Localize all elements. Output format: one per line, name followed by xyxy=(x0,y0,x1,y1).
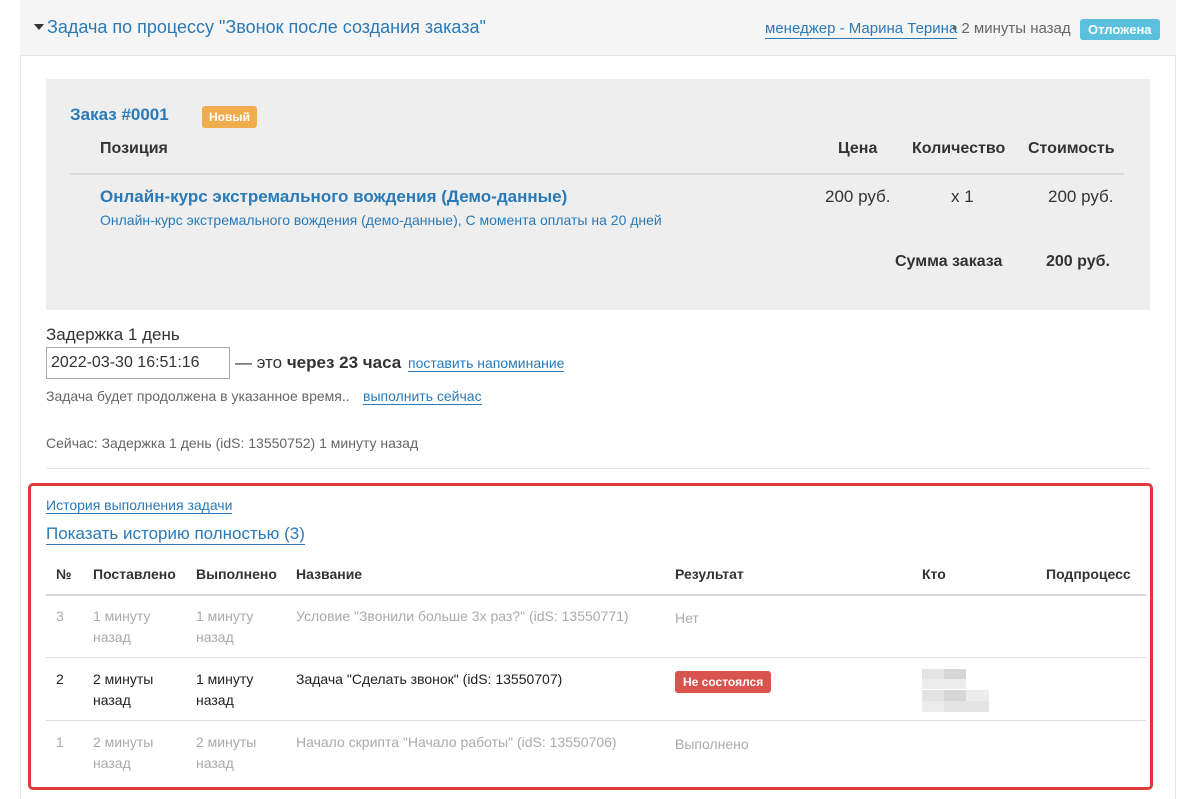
divider xyxy=(46,468,1150,469)
history-link[interactable]: История выполнения задачи xyxy=(46,497,233,514)
history-row-done: 2 минуты назад xyxy=(196,732,256,774)
set-reminder-link[interactable]: поставить напоминание xyxy=(408,355,565,372)
task-time-ago: • 2 минуты назад xyxy=(952,20,1071,37)
history-row-result: Нет xyxy=(675,610,699,626)
history-row-name: Условие "Звонили больше 3х раз?" (idS: 1… xyxy=(296,608,629,624)
history-row-placed: 2 минуты назад xyxy=(93,669,153,711)
column-quantity: Количество xyxy=(912,140,1006,157)
history-row-done-line2: назад xyxy=(196,629,234,645)
history-column-done: Выполнено xyxy=(196,566,277,582)
history-row-done-line2: назад xyxy=(196,755,234,771)
order-total-value: 200 руб. xyxy=(1046,253,1110,270)
history-row-placed-line1: 1 минуту xyxy=(93,608,151,624)
history-row-done-line2: назад xyxy=(196,692,234,708)
order-status-badge: Новый xyxy=(202,106,257,128)
column-position: Позиция xyxy=(100,140,168,157)
delay-relative-prefix: — это xyxy=(235,353,283,372)
divider xyxy=(46,657,1146,658)
divider xyxy=(46,594,1146,596)
history-column-name: Название xyxy=(296,566,363,582)
delay-datetime-input[interactable] xyxy=(46,347,230,379)
delay-relative-text: — это через 23 часа xyxy=(235,353,401,373)
history-row-placed-line1: 2 минуты xyxy=(93,734,154,750)
history-row-num: 2 xyxy=(56,671,64,687)
history-column-result: Результат xyxy=(675,566,744,582)
divider xyxy=(70,173,1124,175)
history-row-done: 1 минуту назад xyxy=(196,606,253,648)
history-row-num: 3 xyxy=(56,608,64,624)
order-item-quantity: x 1 xyxy=(951,187,974,206)
history-column-who: Кто xyxy=(922,566,946,582)
column-cost: Стоимость xyxy=(1028,140,1115,157)
result-badge: Не состоялся xyxy=(675,671,772,693)
history-column-num: № xyxy=(56,566,72,582)
history-row-done-line1: 1 минуту xyxy=(196,608,254,624)
run-now-link[interactable]: выполнить сейчас xyxy=(363,388,482,405)
history-row-done: 1 минуту назад xyxy=(196,669,253,711)
history-row-placed-line2: назад xyxy=(93,755,131,771)
column-price: Цена xyxy=(838,140,878,157)
collapse-caret-icon[interactable] xyxy=(34,24,44,30)
continue-text: Задача будет продолжена в указанное врем… xyxy=(46,388,350,404)
status-badge: Отложена xyxy=(1080,19,1160,40)
order-item-name[interactable]: Онлайн-курс экстремального вождения (Дем… xyxy=(100,187,567,207)
history-row-placed-line1: 2 минуты xyxy=(93,671,154,687)
order-item-description[interactable]: Онлайн-курс экстремального вождения (дем… xyxy=(100,212,662,228)
order-total-label: Сумма заказа xyxy=(895,253,1003,270)
manager-link[interactable]: менеджер - Марина Терина xyxy=(765,20,958,39)
history-row-placed: 1 минуту назад xyxy=(93,606,150,648)
history-row-name: Задача "Сделать звонок" (idS: 13550707) xyxy=(296,671,563,687)
history-row-placed: 2 минуты назад xyxy=(93,732,153,774)
current-step-text: Сейчас: Задержка 1 день (idS: 13550752) … xyxy=(46,435,419,451)
history-column-placed: Поставлено xyxy=(93,566,176,582)
delay-label: Задержка 1 день xyxy=(46,325,180,344)
delay-relative-bold: через 23 часа xyxy=(286,353,402,372)
history-row-placed-line2: назад xyxy=(93,692,131,708)
order-item-cost: 200 руб. xyxy=(1048,187,1114,206)
history-column-subprocess: Подпроцесс xyxy=(1046,566,1131,582)
history-row-done-line1: 2 минуты xyxy=(196,734,257,750)
history-row-done-line1: 1 минуту xyxy=(196,671,254,687)
history-row-result: Выполнено xyxy=(675,736,749,752)
history-row-placed-line2: назад xyxy=(93,629,131,645)
history-row-num: 1 xyxy=(56,734,64,750)
task-title[interactable]: Задача по процессу "Звонок после создани… xyxy=(47,17,486,38)
history-row-name: Начало скрипта "Начало работы" (idS: 135… xyxy=(296,734,617,750)
order-item-price: 200 руб. xyxy=(825,187,891,206)
divider xyxy=(46,720,1146,721)
order-title[interactable]: Заказ #0001 xyxy=(70,105,169,125)
show-full-history-link[interactable]: Показать историю полностью (3) xyxy=(46,524,305,545)
